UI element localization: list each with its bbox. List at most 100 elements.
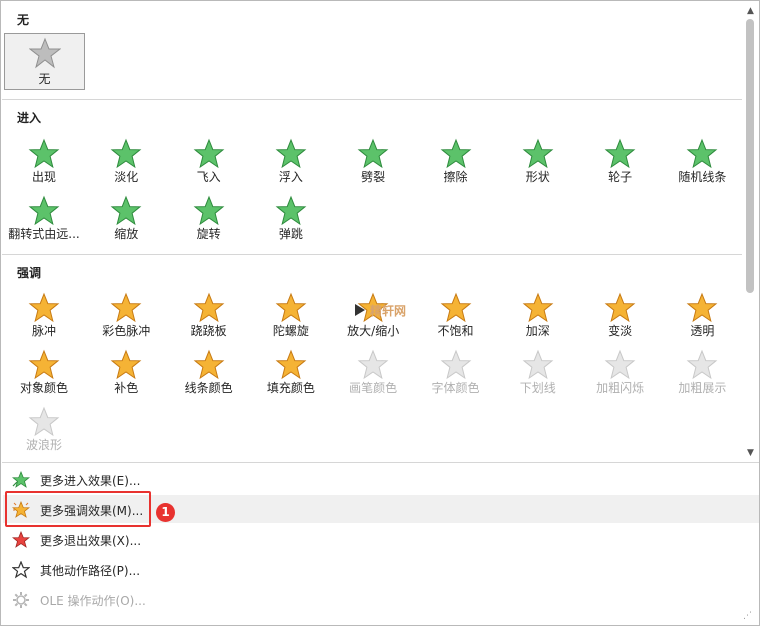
effect-emphasis-8[interactable]: 透明 (661, 289, 742, 343)
effect-emphasis-7[interactable]: 变淡 (579, 289, 661, 343)
other-motion-paths-item[interactable]: 其他动作路径(P)... (3, 555, 759, 583)
star-wave-icon (28, 406, 60, 437)
effect-label: 透明 (690, 324, 715, 338)
effect-none-label: 无 (38, 72, 51, 86)
star-brush-color-icon (357, 349, 389, 380)
section-none-title: 无 (17, 13, 30, 27)
star-complementary-color-icon (110, 349, 142, 380)
effect-emphasis-9[interactable]: 对象颜色 (3, 346, 85, 400)
effect-label: 擦除 (443, 170, 468, 184)
effect-emphasis-13: 画笔颜色 (332, 346, 414, 400)
vertical-scrollbar[interactable]: ▲ ▼ (742, 1, 759, 462)
resize-grip-icon[interactable]: ⋰ (743, 611, 755, 623)
effect-entrance-12[interactable]: 弹跳 (250, 192, 332, 246)
more-exit-effects-item[interactable]: 更多退出效果(X)... (3, 525, 759, 553)
star-bounce-icon (275, 195, 307, 226)
effect-label: 彩色脉冲 (102, 324, 151, 338)
effect-label: 飞入 (196, 170, 221, 184)
menu-item-label: 更多进入效果(E)... (40, 474, 141, 488)
star-line-color-icon (193, 349, 224, 380)
star-color-pulse-icon (110, 292, 142, 323)
star-bold-flash-icon (604, 349, 636, 380)
effects-scroll-area: 无 无 进入 出现 淡化 飞入 浮入 劈裂 擦除 形状 轮子 随机线条翻转式由远... 缩放 旋转 弹… (1, 1, 742, 462)
star-random-bars-icon (687, 138, 718, 169)
star-spin-icon (275, 292, 307, 323)
effect-emphasis-1[interactable]: 彩色脉冲 (85, 289, 167, 343)
section-emphasis-title: 强调 (17, 266, 42, 280)
divider-none-entrance (2, 99, 742, 100)
effect-label: 画笔颜色 (349, 381, 398, 395)
star-font-color-icon (440, 349, 471, 380)
star-fly-in-icon (193, 138, 224, 169)
star-underline-icon (522, 349, 554, 380)
star-grow-turn-icon (28, 195, 60, 226)
effect-emphasis-14: 字体颜色 (415, 346, 497, 400)
divider-entrance-emphasis (2, 254, 742, 255)
ole-action-item: OLE 操作动作(O)... (3, 585, 759, 613)
effect-emphasis-10[interactable]: 补色 (85, 346, 167, 400)
star-wipe-icon (440, 138, 471, 169)
star-outline-icon (12, 561, 30, 579)
scroll-up-arrow-icon[interactable]: ▲ (742, 3, 759, 19)
effect-emphasis-11[interactable]: 线条颜色 (168, 346, 250, 400)
effect-label: 放大/缩小 (347, 324, 400, 338)
star-pulse-icon (28, 292, 60, 323)
star-appear-icon (28, 138, 60, 169)
effect-entrance-6[interactable]: 形状 (497, 135, 579, 189)
star-bold-reveal-icon (687, 349, 718, 380)
star-transparency-icon (687, 292, 718, 323)
callout-highlight-box (5, 491, 151, 527)
effect-entrance-4[interactable]: 劈裂 (332, 135, 414, 189)
effect-none[interactable]: 无 (4, 33, 85, 90)
effect-entrance-10[interactable]: 缩放 (85, 192, 167, 246)
star-darken-icon (522, 292, 554, 323)
star-wheel-icon (604, 138, 636, 169)
effect-entrance-3[interactable]: 浮入 (250, 135, 332, 189)
scroll-down-arrow-icon[interactable]: ▼ (742, 445, 759, 461)
effect-label: 出现 (31, 170, 56, 184)
star-shape-icon (522, 138, 554, 169)
effect-label: 字体颜色 (431, 381, 480, 395)
effect-label: 对象颜色 (19, 381, 68, 395)
effect-label: 补色 (114, 381, 139, 395)
more-entrance-effects-item[interactable]: 更多进入效果(E)... (3, 465, 759, 493)
green-star-icon (12, 471, 30, 488)
effect-label: 劈裂 (361, 170, 386, 184)
menu-item-label: OLE 操作动作(O)... (40, 594, 146, 608)
effect-emphasis-6[interactable]: 加深 (497, 289, 579, 343)
effect-label: 变淡 (608, 324, 633, 338)
star-lighten-icon (604, 292, 636, 323)
effect-label: 弹跳 (278, 227, 303, 241)
section-entrance-title: 进入 (17, 111, 42, 125)
effect-label: 随机线条 (678, 170, 727, 184)
effect-emphasis-0[interactable]: 脉冲 (3, 289, 85, 343)
effect-label: 淡化 (114, 170, 139, 184)
effect-entrance-11[interactable]: 旋转 (168, 192, 250, 246)
effect-emphasis-3[interactable]: 陀螺旋 (250, 289, 332, 343)
effect-entrance-0[interactable]: 出现 (3, 135, 85, 189)
star-fade-icon (110, 138, 142, 169)
animation-gallery-panel: 无 无 进入 出现 淡化 飞入 浮入 劈裂 擦除 形状 轮子 随机线条翻转式由远... 缩放 旋转 弹… (0, 0, 760, 626)
effect-label: 加粗闪烁 (596, 381, 645, 395)
effect-emphasis-17: 加粗展示 (661, 346, 742, 400)
effect-entrance-2[interactable]: 飞入 (168, 135, 250, 189)
effect-label: 不饱和 (437, 324, 474, 338)
callout-badge: 1 (156, 503, 175, 522)
effect-entrance-5[interactable]: 擦除 (415, 135, 497, 189)
menu-item-label: 更多退出效果(X)... (40, 534, 142, 548)
effect-emphasis-12[interactable]: 填充颜色 (250, 346, 332, 400)
gear-icon (13, 592, 29, 608)
effect-entrance-9[interactable]: 翻转式由远... (3, 192, 85, 246)
effect-label: 波浪形 (25, 438, 62, 452)
effect-emphasis-2[interactable]: 跷跷板 (168, 289, 250, 343)
effect-label: 线条颜色 (184, 381, 233, 395)
star-float-in-icon (275, 138, 307, 169)
star-teeter-icon (193, 292, 224, 323)
watermark: 精轩网 (353, 299, 445, 321)
effect-entrance-8[interactable]: 随机线条 (661, 135, 742, 189)
effect-label: 脉冲 (31, 324, 56, 338)
scrollbar-thumb[interactable] (746, 19, 754, 293)
effect-entrance-7[interactable]: 轮子 (579, 135, 661, 189)
effect-entrance-1[interactable]: 淡化 (85, 135, 167, 189)
effect-emphasis-15: 下划线 (497, 346, 579, 400)
